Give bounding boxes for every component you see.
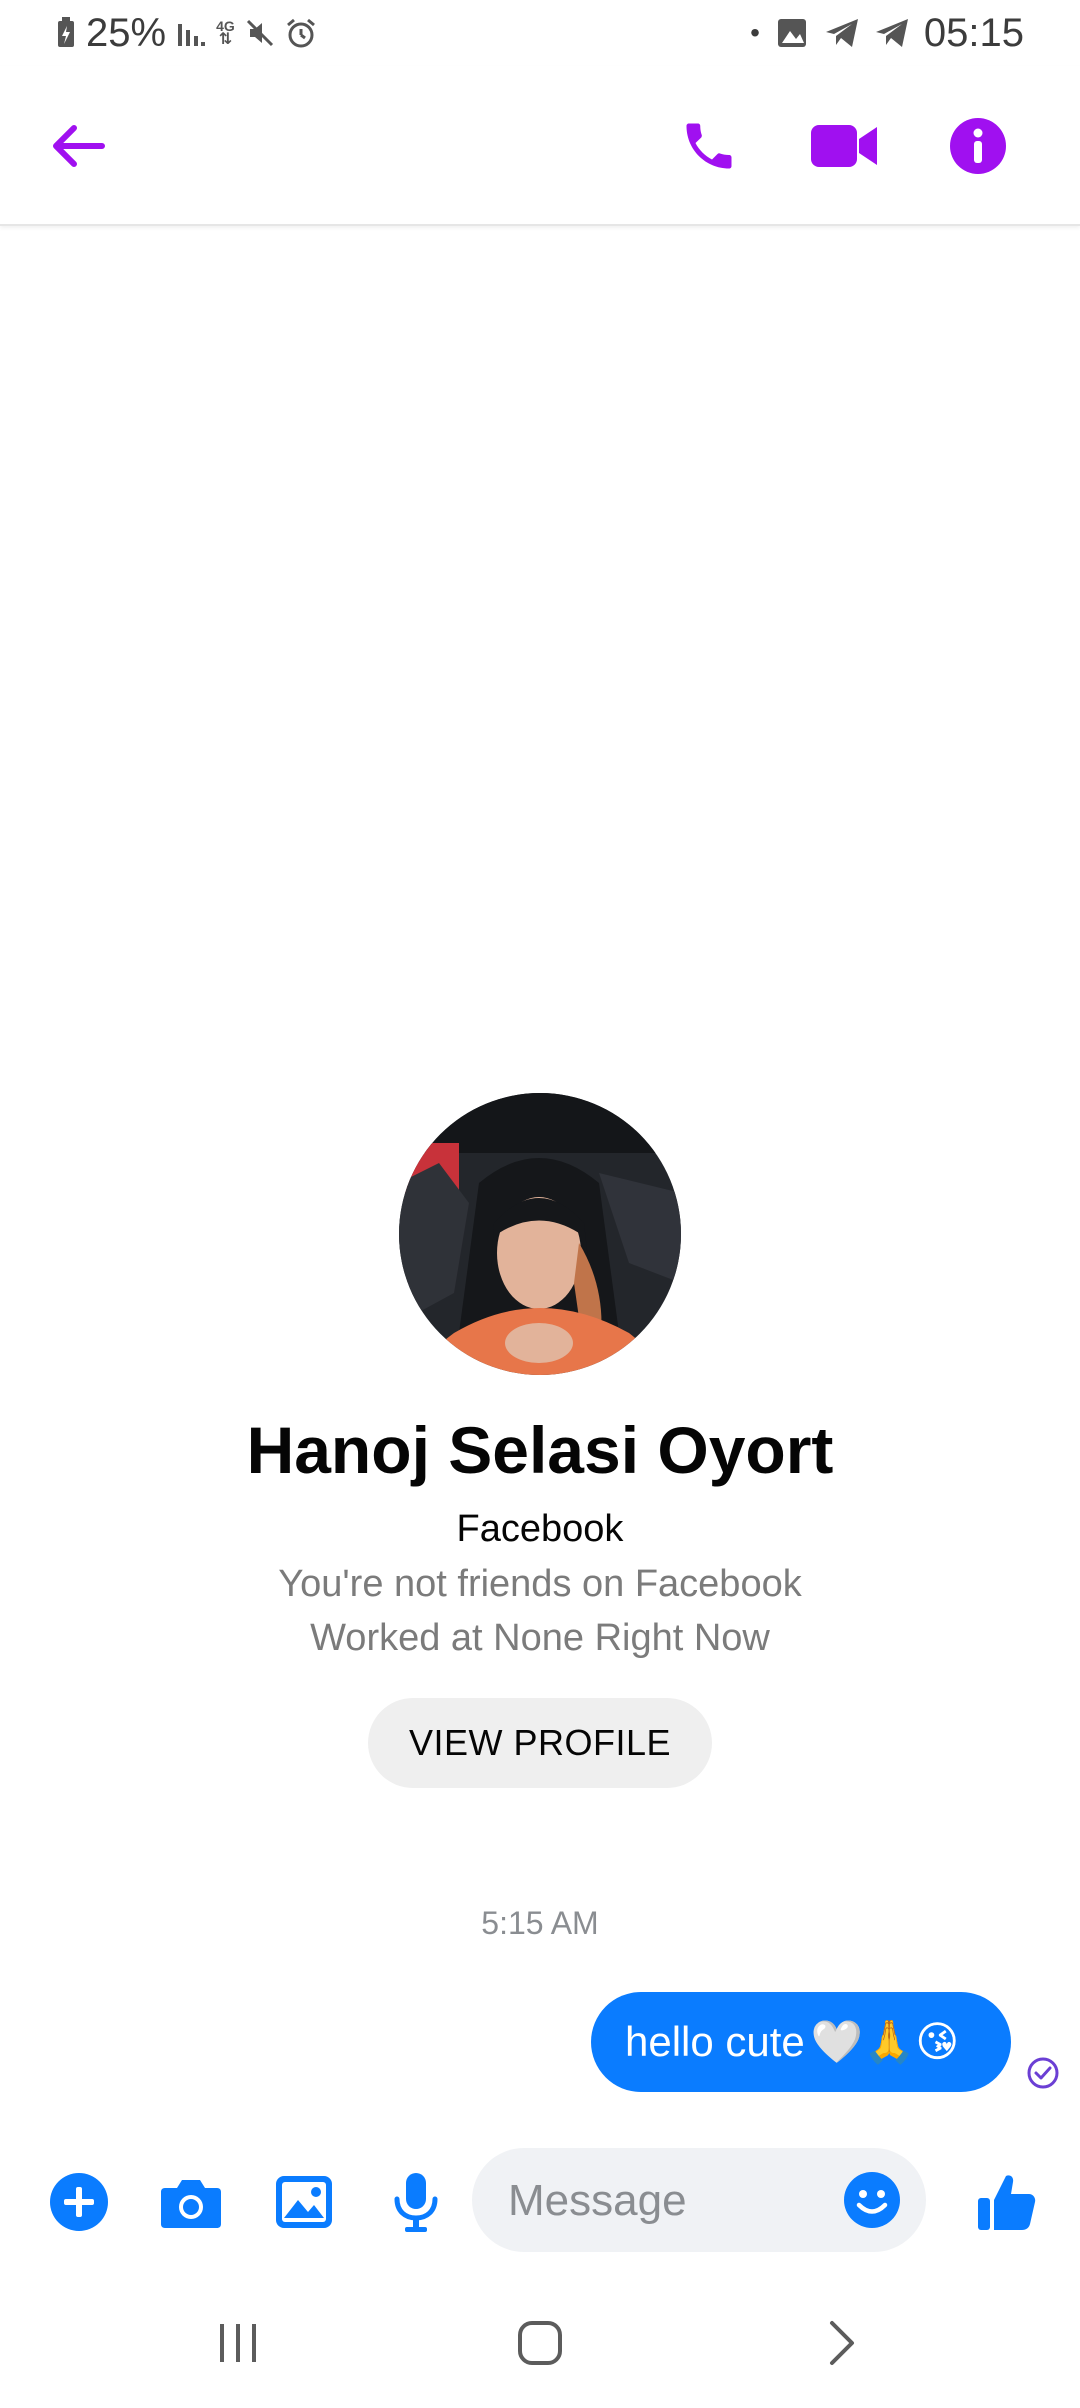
home-icon [518, 2321, 562, 2365]
recent-apps-button[interactable] [193, 2308, 283, 2378]
mute-icon [245, 18, 275, 48]
sent-check-icon [1026, 2056, 1060, 2090]
notification-dot-icon: • [750, 17, 760, 48]
camera-icon [161, 2180, 221, 2228]
system-back-button[interactable] [797, 2308, 887, 2378]
message-field [472, 2148, 926, 2254]
alarm-icon [285, 17, 317, 49]
info-icon [950, 118, 1006, 174]
battery-icon [56, 17, 76, 49]
telegram-icon [824, 17, 860, 49]
back-button[interactable] [36, 104, 120, 188]
data-arrows-icon: ⇅ [218, 31, 233, 48]
view-profile-button[interactable]: VIEW PROFILE [368, 1698, 712, 1788]
recent-apps-icon [220, 2324, 256, 2362]
message-input[interactable] [506, 2148, 810, 2254]
info-button[interactable] [936, 104, 1020, 188]
home-button[interactable] [495, 2308, 585, 2378]
battery-percent: 25% [86, 10, 167, 55]
app-notification-icon [774, 15, 810, 51]
back-icon [830, 2321, 854, 2365]
profile-photo [399, 1093, 681, 1375]
message-text: hello cute [625, 2018, 805, 2065]
message-emojis: 🤍🙏😘 [810, 2018, 960, 2065]
telegram-icon [874, 17, 910, 49]
voice-call-button[interactable] [667, 104, 751, 188]
status-left: 25% 4G ⇅ [56, 8, 317, 58]
phone-icon [686, 123, 732, 169]
friend-status: You're not friends on Facebook [278, 1563, 802, 1605]
plus-icon [50, 2173, 108, 2231]
signal-icon [176, 18, 206, 48]
gallery-button[interactable] [270, 2168, 338, 2236]
arrow-left-icon [53, 125, 105, 167]
status-bar: 25% 4G ⇅ • 05:15 [0, 0, 1080, 66]
work-info: Worked at None Right Now [310, 1617, 770, 1659]
clock: 05:15 [923, 10, 1024, 55]
voice-message-button[interactable] [382, 2168, 450, 2236]
chat-header [0, 66, 1080, 226]
gallery-icon [276, 2176, 332, 2228]
avatar[interactable] [399, 1093, 681, 1375]
camera-button[interactable] [157, 2168, 225, 2236]
message-timestamp: 5:15 AM [481, 1905, 599, 1941]
microphone-icon [394, 2173, 438, 2232]
emoji-button[interactable] [842, 2170, 902, 2230]
video-camera-icon [811, 125, 877, 167]
network-type-icon: 4G ⇅ [216, 19, 235, 48]
video-call-button[interactable] [802, 104, 886, 188]
add-button[interactable] [45, 2168, 113, 2236]
contact-name: Hanoj Selasi Oyort [246, 1413, 834, 1487]
like-button[interactable] [972, 2168, 1040, 2236]
platform-label: Facebook [456, 1508, 624, 1550]
status-right: • 05:15 [750, 8, 1024, 58]
emoji-icon [844, 2172, 900, 2228]
thumbs-up-icon [978, 2175, 1036, 2230]
message-bubble[interactable]: hello cute 🤍🙏😘 [591, 1992, 1011, 2092]
